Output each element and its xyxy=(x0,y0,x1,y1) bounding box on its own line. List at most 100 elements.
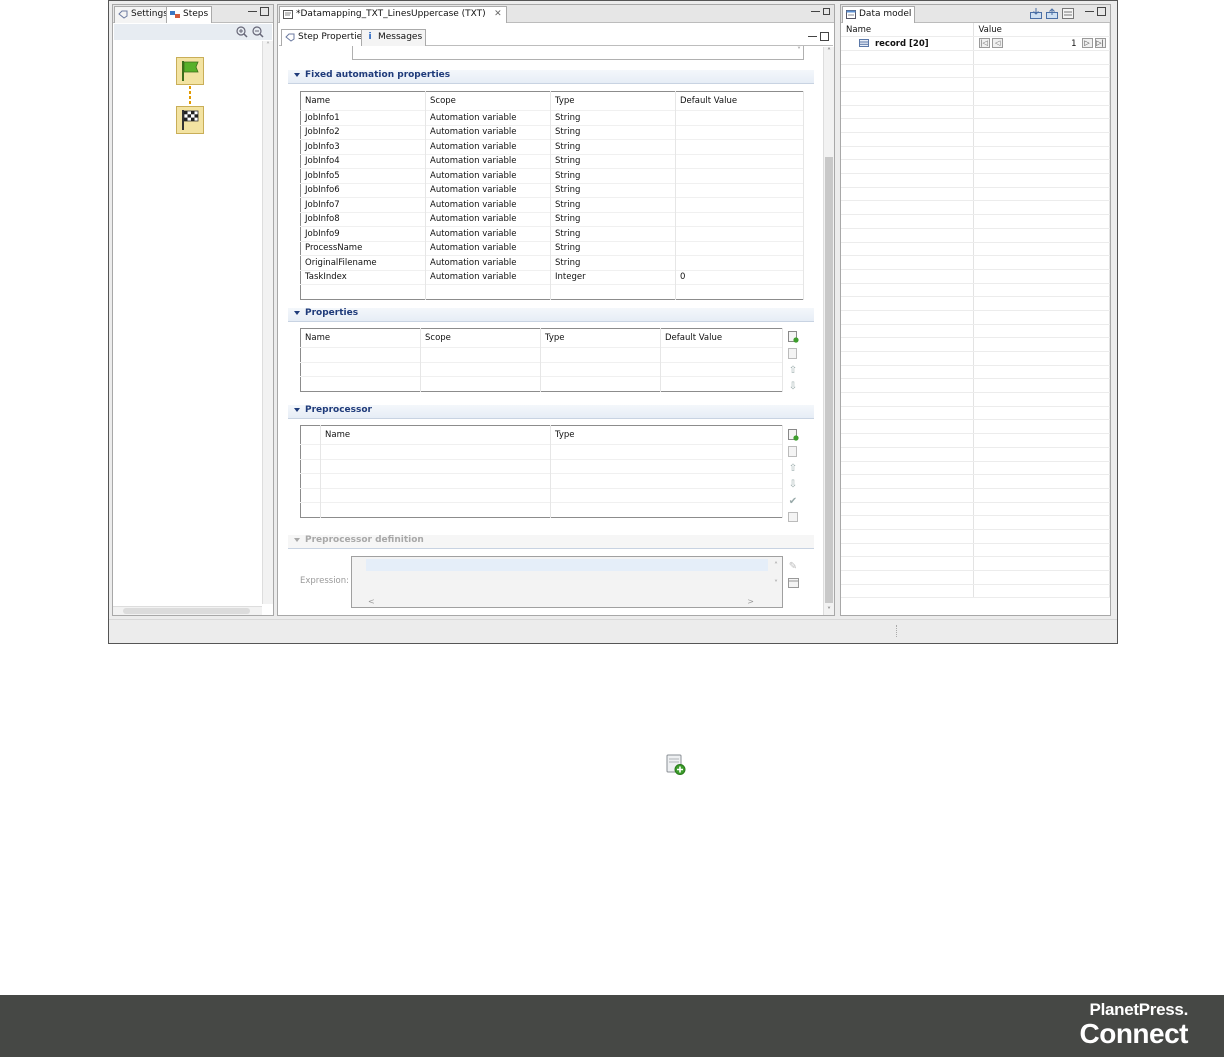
remove-preprocessor-icon[interactable] xyxy=(787,445,799,458)
zoom-out-icon[interactable] xyxy=(252,26,264,38)
edit-script-icon[interactable]: ✎ xyxy=(787,560,799,572)
expression-vscrollbar[interactable]: ˄ ˅ xyxy=(770,557,782,598)
table-row[interactable]: JobInfo6 Automation variable String xyxy=(300,182,804,198)
column-header[interactable]: Type xyxy=(550,91,676,111)
column-header[interactable]: Name xyxy=(841,23,974,38)
data-model-empty-row xyxy=(841,132,1110,147)
table-row[interactable]: JobInfo9 Automation variable String xyxy=(300,226,804,241)
data-model-empty-row xyxy=(841,173,1110,188)
table-cell xyxy=(675,255,804,270)
scroll-up-icon[interactable]: ˄ xyxy=(824,47,834,56)
tab-messages[interactable]: i Messages xyxy=(361,29,427,46)
add-property-icon[interactable] xyxy=(787,331,799,343)
column-header[interactable]: Scope xyxy=(425,91,551,111)
add-preprocessor-icon[interactable] xyxy=(787,429,799,441)
editor-vscrollbar[interactable]: ˄ ˅ xyxy=(823,47,834,615)
data-model-empty-row xyxy=(841,337,1110,352)
scroll-down-icon[interactable]: ˅ xyxy=(824,606,834,615)
maximize-icon[interactable] xyxy=(260,7,269,16)
expression-editor[interactable]: ˄ ˅ < > xyxy=(351,556,783,608)
table-row[interactable]: JobInfo2 Automation variable String xyxy=(300,124,804,140)
tab-step-properties[interactable]: Step Properties xyxy=(281,29,371,46)
step-selector-combo[interactable]: ˅ xyxy=(352,46,804,60)
column-header[interactable]: Scope xyxy=(420,328,541,348)
table-row[interactable] xyxy=(300,376,783,391)
record-index[interactable]: 1 xyxy=(1071,39,1076,49)
column-header[interactable]: Default Value xyxy=(660,328,783,348)
export-data-icon[interactable] xyxy=(1046,8,1058,19)
close-icon[interactable]: ✕ xyxy=(494,7,502,22)
table-row[interactable]: TaskIndex Automation variable Integer 0 xyxy=(300,269,804,285)
table-row[interactable] xyxy=(300,458,783,474)
calendar-icon[interactable] xyxy=(787,577,799,589)
tab-data-model[interactable]: Data model xyxy=(842,6,916,23)
table-row[interactable] xyxy=(300,444,783,459)
column-header[interactable]: Type xyxy=(550,425,783,445)
table-row[interactable] xyxy=(300,487,783,503)
table-cell: JobInfo2 xyxy=(300,124,426,140)
record-row[interactable]: record [20] |◁ ◁ 1 ▷ ▷| xyxy=(841,36,1110,51)
table-row[interactable]: JobInfo7 Automation variable String xyxy=(300,197,804,212)
move-down-icon[interactable]: ⇩ xyxy=(787,479,799,491)
tab-settings[interactable]: Settings xyxy=(114,6,172,23)
table-header-row: Name Type xyxy=(300,425,783,445)
fixed-properties-header[interactable]: Fixed automation properties xyxy=(288,70,814,84)
maximize-icon[interactable] xyxy=(1097,7,1106,16)
tab-steps[interactable]: Steps xyxy=(166,6,213,23)
table-row[interactable] xyxy=(300,347,783,362)
table-row[interactable]: JobInfo5 Automation variable String xyxy=(300,168,804,183)
first-record-icon[interactable]: |◁ xyxy=(978,38,990,49)
minimize-icon[interactable] xyxy=(1085,10,1094,13)
next-record-icon[interactable]: ▷ xyxy=(1081,38,1093,49)
column-header[interactable]: Name xyxy=(300,328,421,348)
column-header[interactable]: Value xyxy=(973,23,1110,38)
data-model-rows: Name Value record [20] |◁ ◁ 1 ▷ ▷| xyxy=(841,23,1110,599)
table-row[interactable]: ProcessName Automation variable String xyxy=(300,240,804,256)
restore-icon[interactable] xyxy=(823,8,830,15)
end-step[interactable] xyxy=(176,106,204,134)
checkbox-column-header xyxy=(300,425,321,445)
remove-property-icon[interactable] xyxy=(787,347,799,360)
column-header[interactable]: Type xyxy=(540,328,661,348)
column-header[interactable]: Name xyxy=(300,91,426,111)
minimize-icon[interactable] xyxy=(808,35,817,38)
scroll-up-icon[interactable]: ˄ xyxy=(263,41,273,50)
table-row[interactable]: JobInfo4 Automation variable String xyxy=(300,153,804,169)
move-up-icon[interactable]: ⇧ xyxy=(787,364,799,376)
export-icon[interactable] xyxy=(787,512,799,524)
table-row[interactable] xyxy=(300,502,783,517)
column-header[interactable]: Name xyxy=(320,425,551,445)
tab-datamapping-file[interactable]: *Datamapping_TXT_LinesUppercase (TXT) ✕ xyxy=(279,6,507,23)
table-row[interactable] xyxy=(300,361,783,377)
scroll-thumb[interactable] xyxy=(123,608,250,614)
steps-hscrollbar[interactable] xyxy=(113,606,262,615)
expression-hscrollbar[interactable]: < > xyxy=(352,597,770,607)
scroll-thumb[interactable] xyxy=(825,157,833,603)
move-down-icon[interactable]: ⇩ xyxy=(787,381,799,393)
preprocessor-definition-header[interactable]: Preprocessor definition xyxy=(288,535,814,549)
table-row[interactable]: JobInfo1 Automation variable String xyxy=(300,110,804,125)
zoom-in-icon[interactable] xyxy=(236,26,248,38)
table-cell: JobInfo3 xyxy=(300,139,426,154)
minimize-icon[interactable] xyxy=(811,10,820,13)
validate-check-icon[interactable]: ✔ xyxy=(787,495,799,507)
properties-header[interactable]: Properties xyxy=(288,308,814,322)
previous-record-icon[interactable]: ◁ xyxy=(992,38,1004,49)
maximize-icon[interactable] xyxy=(820,32,829,41)
table-cell: JobInfo9 xyxy=(300,226,426,241)
minimize-icon[interactable] xyxy=(248,10,257,13)
start-step[interactable] xyxy=(176,57,204,85)
last-record-icon[interactable]: ▷| xyxy=(1094,38,1106,49)
import-data-icon[interactable] xyxy=(1030,8,1042,19)
table-cell: Automation variable xyxy=(425,124,551,140)
table-row[interactable]: JobInfo3 Automation variable String xyxy=(300,139,804,154)
table-row[interactable]: OriginalFilename Automation variable Strin… xyxy=(300,255,804,270)
subtab-window-buttons xyxy=(805,32,829,44)
move-up-icon[interactable]: ⇧ xyxy=(787,462,799,474)
table-row[interactable]: JobInfo8 Automation variable String xyxy=(300,211,804,227)
table-row[interactable] xyxy=(300,473,783,488)
preprocessor-header[interactable]: Preprocessor xyxy=(288,405,814,419)
column-header[interactable]: Default Value xyxy=(675,91,804,111)
collapse-all-icon[interactable] xyxy=(1062,8,1074,19)
steps-vscrollbar[interactable]: ˄ xyxy=(262,41,273,604)
